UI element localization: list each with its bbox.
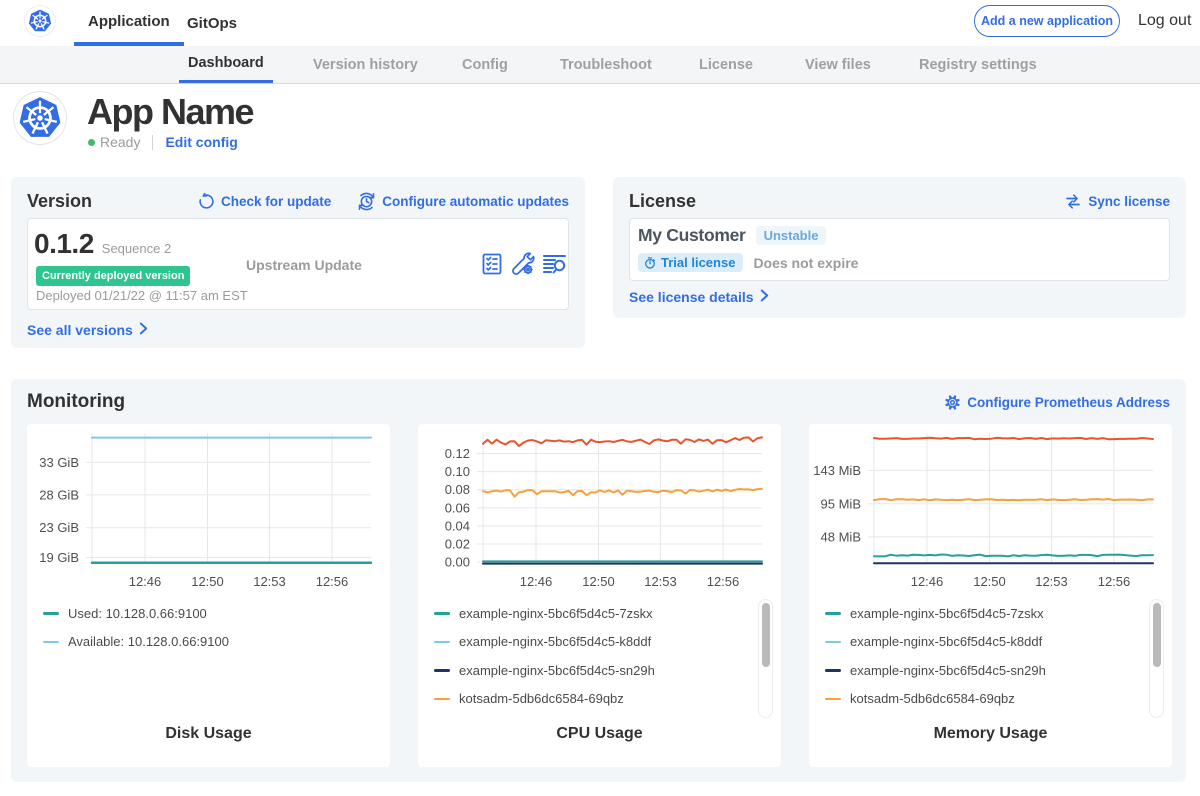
- svg-text:143 MiB: 143 MiB: [813, 463, 861, 478]
- svg-text:0.02: 0.02: [445, 537, 470, 552]
- svg-text:12:53: 12:53: [644, 574, 677, 589]
- svg-text:19 GiB: 19 GiB: [39, 550, 79, 565]
- svg-text:12:56: 12:56: [707, 574, 740, 589]
- svg-text:0.06: 0.06: [445, 500, 470, 515]
- svg-text:12:50: 12:50: [973, 574, 1006, 589]
- svg-text:95 MiB: 95 MiB: [821, 496, 861, 511]
- svg-text:12:56: 12:56: [1098, 574, 1131, 589]
- svg-text:12:50: 12:50: [191, 574, 224, 589]
- svg-text:12:46: 12:46: [520, 574, 553, 589]
- svg-text:0.10: 0.10: [445, 464, 470, 479]
- svg-text:12:50: 12:50: [582, 574, 615, 589]
- svg-text:28 GiB: 28 GiB: [39, 487, 79, 502]
- svg-text:33 GiB: 33 GiB: [39, 455, 79, 470]
- svg-text:48 MiB: 48 MiB: [821, 529, 861, 544]
- svg-text:0.04: 0.04: [445, 518, 470, 533]
- svg-text:0.08: 0.08: [445, 482, 470, 497]
- svg-text:12:46: 12:46: [129, 574, 162, 589]
- svg-text:12:56: 12:56: [316, 574, 349, 589]
- svg-text:12:46: 12:46: [911, 574, 944, 589]
- svg-text:0.12: 0.12: [445, 446, 470, 461]
- svg-text:0.00: 0.00: [445, 555, 470, 570]
- svg-text:23 GiB: 23 GiB: [39, 520, 79, 535]
- svg-text:12:53: 12:53: [253, 574, 286, 589]
- svg-text:12:53: 12:53: [1035, 574, 1068, 589]
